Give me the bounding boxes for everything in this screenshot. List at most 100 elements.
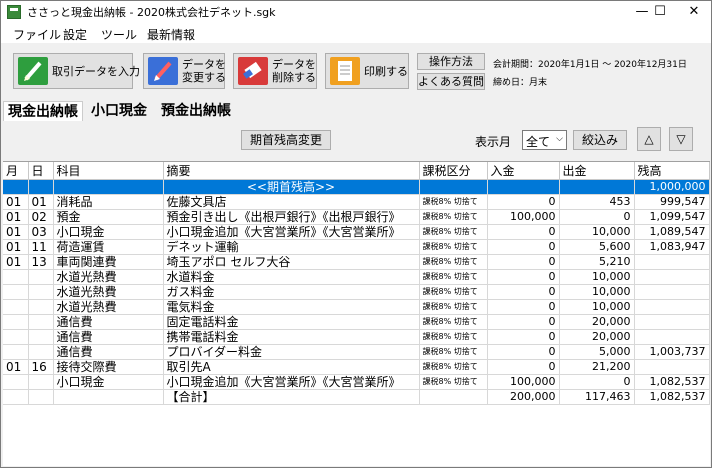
cell-income[interactable]: 100,000 bbox=[487, 209, 560, 225]
cell-account[interactable]: 水道光熱費 bbox=[53, 269, 164, 285]
cell-description[interactable]: ガス料金 bbox=[163, 284, 420, 300]
cell-income[interactable]: 200,000 bbox=[487, 389, 560, 405]
cell-account[interactable]: 荷造運賃 bbox=[53, 239, 164, 255]
cell-income[interactable]: 0 bbox=[487, 329, 560, 345]
col-day[interactable]: 日 bbox=[28, 162, 54, 180]
cell-income[interactable] bbox=[487, 179, 560, 195]
cell-day[interactable] bbox=[28, 179, 54, 195]
cell-expense[interactable]: 20,000 bbox=[559, 329, 635, 345]
cell-balance[interactable]: 1,000,000 bbox=[634, 179, 710, 195]
cell-day[interactable] bbox=[28, 374, 54, 390]
cell-month[interactable]: 01 bbox=[3, 209, 29, 225]
cell-account[interactable]: 水道光熱費 bbox=[53, 284, 164, 300]
cell-day[interactable] bbox=[28, 299, 54, 315]
menu-settings[interactable]: 設定 bbox=[63, 26, 87, 43]
cell-expense[interactable]: 0 bbox=[559, 374, 635, 390]
cell-month[interactable] bbox=[3, 314, 29, 330]
cell-expense[interactable]: 0 bbox=[559, 209, 635, 225]
cell-balance[interactable]: 999,547 bbox=[634, 194, 710, 210]
cell-tax[interactable]: 課税8% 切捨て bbox=[419, 194, 488, 210]
cell-balance[interactable] bbox=[634, 314, 710, 330]
howto-button[interactable]: 操作方法 bbox=[417, 53, 485, 70]
cell-description[interactable]: 水道料金 bbox=[163, 269, 420, 285]
table-row[interactable]: 【合計】 200,000 117,463 1,082,537 bbox=[3, 389, 710, 405]
col-month[interactable]: 月 bbox=[3, 162, 29, 180]
cell-day[interactable] bbox=[28, 314, 54, 330]
cell-tax[interactable]: 課税8% 切捨て bbox=[419, 284, 488, 300]
menu-tools[interactable]: ツール bbox=[101, 26, 137, 43]
cell-income[interactable]: 0 bbox=[487, 194, 560, 210]
tab-deposit-book[interactable]: 預金出納帳 bbox=[161, 101, 231, 121]
cell-month[interactable] bbox=[3, 269, 29, 285]
cell-income[interactable]: 0 bbox=[487, 254, 560, 270]
cell-tax[interactable]: 課税8% 切捨て bbox=[419, 224, 488, 240]
cell-account[interactable]: 預金 bbox=[53, 209, 164, 225]
cell-expense[interactable]: 5,210 bbox=[559, 254, 635, 270]
move-down-button[interactable]: ▽ bbox=[669, 127, 693, 151]
table-row[interactable]: 小口現金 小口現金追加《大宮営業所》《大宮営業所》 課税8% 切捨て 100,000 0… bbox=[3, 374, 710, 390]
cell-expense[interactable]: 117,463 bbox=[559, 389, 635, 405]
cell-day[interactable] bbox=[28, 344, 54, 360]
cell-income[interactable]: 0 bbox=[487, 299, 560, 315]
faq-button[interactable]: よくある質問 bbox=[417, 73, 485, 90]
cell-description[interactable]: 電気料金 bbox=[163, 299, 420, 315]
table-row[interactable]: 01 01 消耗品 佐藤文具店 課税8% 切捨て 0 453 999,547 bbox=[3, 194, 710, 210]
cell-balance[interactable]: 1,003,737 bbox=[634, 344, 710, 360]
move-up-button[interactable]: △ bbox=[637, 127, 661, 151]
cell-description[interactable]: 小口現金追加《大宮営業所》《大宮営業所》 bbox=[163, 224, 420, 240]
close-button[interactable]: ✕ bbox=[677, 1, 711, 23]
cell-tax[interactable]: 課税8% 切捨て bbox=[419, 314, 488, 330]
cell-balance[interactable]: 1,082,537 bbox=[634, 389, 710, 405]
cell-day[interactable]: 03 bbox=[28, 224, 54, 240]
cell-balance[interactable]: 1,089,547 bbox=[634, 224, 710, 240]
cell-balance[interactable] bbox=[634, 269, 710, 285]
table-row[interactable]: 水道光熱費 水道料金 課税8% 切捨て 0 10,000 bbox=[3, 269, 710, 285]
cell-tax[interactable]: 課税8% 切捨て bbox=[419, 359, 488, 375]
col-account[interactable]: 科目 bbox=[53, 162, 164, 180]
cell-account[interactable] bbox=[53, 389, 164, 405]
month-select[interactable]: 全て ⌵ bbox=[522, 130, 567, 150]
cell-description[interactable]: プロバイダー料金 bbox=[163, 344, 420, 360]
cell-day[interactable] bbox=[28, 389, 54, 405]
cell-description[interactable]: 佐藤文具店 bbox=[163, 194, 420, 210]
cell-expense[interactable]: 10,000 bbox=[559, 299, 635, 315]
cell-account[interactable]: 小口現金 bbox=[53, 374, 164, 390]
cell-balance[interactable] bbox=[634, 359, 710, 375]
cell-balance[interactable] bbox=[634, 254, 710, 270]
cell-month[interactable]: 01 bbox=[3, 359, 29, 375]
cell-month[interactable] bbox=[3, 389, 29, 405]
cell-income[interactable]: 0 bbox=[487, 344, 560, 360]
cell-tax[interactable]: 課税8% 切捨て bbox=[419, 299, 488, 315]
narrow-button[interactable]: 絞込み bbox=[573, 130, 627, 150]
delete-data-button[interactable]: データを 削除する bbox=[233, 53, 317, 89]
table-row[interactable]: 01 02 預金 預金引き出し《出根戸銀行》《出根戸銀行》 課税8% 切捨て 100,00… bbox=[3, 209, 710, 225]
menu-file[interactable]: ファイル bbox=[13, 26, 61, 43]
ledger-grid[interactable]: 月 日 科目 摘要 課税区分 入金 出金 残高 <<期首残高>> 1,000,00… bbox=[3, 161, 710, 466]
cell-day[interactable]: 01 bbox=[28, 194, 54, 210]
cell-account[interactable]: 消耗品 bbox=[53, 194, 164, 210]
table-row[interactable]: 01 13 車両関連費 埼玉アポロ セルフ大谷 課税8% 切捨て 0 5,210 bbox=[3, 254, 710, 270]
edit-data-button[interactable]: データを 変更する bbox=[143, 53, 226, 89]
table-row[interactable]: 通信費 携帯電話料金 課税8% 切捨て 0 20,000 bbox=[3, 329, 710, 345]
tab-petty-cash[interactable]: 小口現金 bbox=[91, 101, 147, 121]
table-row[interactable]: 通信費 プロバイダー料金 課税8% 切捨て 0 5,000 1,003,737 bbox=[3, 344, 710, 360]
cell-balance[interactable]: 1,083,947 bbox=[634, 239, 710, 255]
cell-tax[interactable]: 課税8% 切捨て bbox=[419, 374, 488, 390]
cell-tax[interactable] bbox=[419, 389, 488, 405]
cell-income[interactable]: 0 bbox=[487, 314, 560, 330]
table-row[interactable]: 水道光熱費 ガス料金 課税8% 切捨て 0 10,000 bbox=[3, 284, 710, 300]
table-row[interactable]: 通信費 固定電話料金 課税8% 切捨て 0 20,000 bbox=[3, 314, 710, 330]
cell-month[interactable] bbox=[3, 329, 29, 345]
cell-tax[interactable]: 課税8% 切捨て bbox=[419, 329, 488, 345]
cell-description[interactable]: デネット運輸 bbox=[163, 239, 420, 255]
maximize-button[interactable]: ☐ bbox=[643, 1, 677, 23]
cell-month[interactable]: 01 bbox=[3, 194, 29, 210]
cell-balance[interactable] bbox=[634, 284, 710, 300]
cell-income[interactable]: 0 bbox=[487, 359, 560, 375]
cell-month[interactable] bbox=[3, 374, 29, 390]
menu-news[interactable]: 最新情報 bbox=[147, 26, 195, 43]
cell-day[interactable] bbox=[28, 329, 54, 345]
cell-month[interactable]: 01 bbox=[3, 254, 29, 270]
opening-balance-button[interactable]: 期首残高変更 bbox=[241, 130, 331, 150]
table-row[interactable]: 01 16 接待交際費 取引先A 課税8% 切捨て 0 21,200 bbox=[3, 359, 710, 375]
